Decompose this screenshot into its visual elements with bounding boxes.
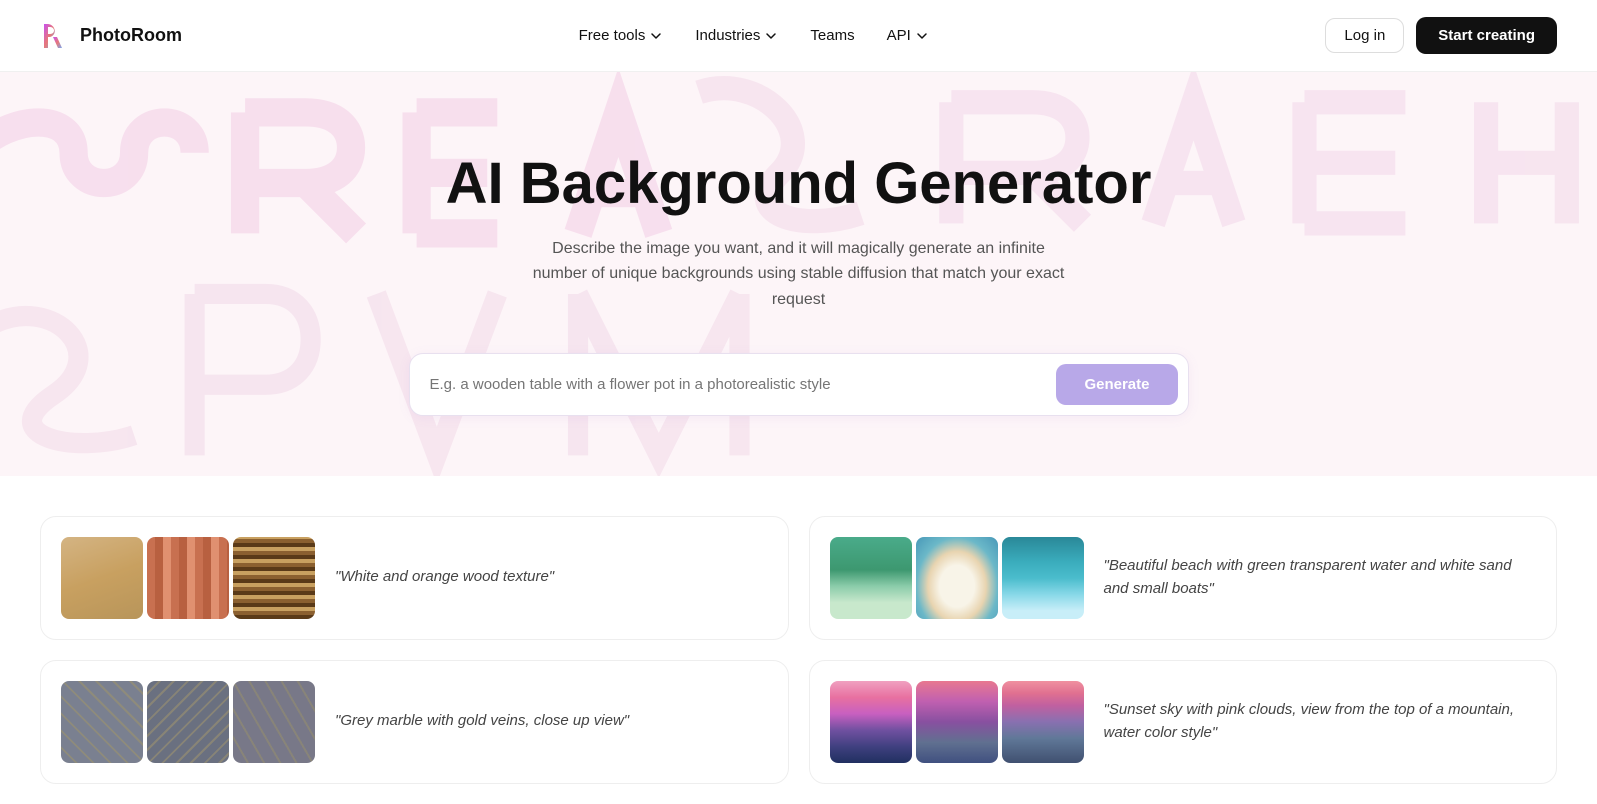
card-img-marble-2 — [147, 681, 229, 763]
login-button[interactable]: Log in — [1325, 18, 1404, 53]
nav-teams[interactable]: Teams — [796, 19, 868, 52]
hero-subtitle: Describe the image you want, and it will… — [529, 236, 1069, 313]
generate-button[interactable]: Generate — [1056, 364, 1177, 405]
card-sunset-images — [830, 681, 1084, 763]
card-marble-images — [61, 681, 315, 763]
card-beach-label: "Beautiful beach with green transparent … — [1104, 555, 1537, 600]
card-img-marble-1 — [61, 681, 143, 763]
start-creating-button[interactable]: Start creating — [1416, 17, 1557, 54]
nav-industries[interactable]: Industries — [681, 19, 792, 52]
card-img-sunset-2 — [916, 681, 998, 763]
hero-content: AI Background Generator Describe the ima… — [20, 152, 1577, 416]
navbar: PhotoRoom Free tools Industries Teams AP… — [0, 0, 1597, 72]
card-sunset: "Sunset sky with pink clouds, view from … — [809, 660, 1558, 784]
card-img-beach-1 — [830, 537, 912, 619]
card-wood: "White and orange wood texture" — [40, 516, 789, 640]
card-img-sunset-1 — [830, 681, 912, 763]
card-marble: "Grey marble with gold veins, close up v… — [40, 660, 789, 784]
card-wood-images — [61, 537, 315, 619]
card-img-beach-3 — [1002, 537, 1084, 619]
nav-free-tools[interactable]: Free tools — [565, 19, 678, 52]
nav-api[interactable]: API — [873, 19, 943, 52]
card-img-marble-3 — [233, 681, 315, 763]
logo-icon — [40, 20, 72, 52]
card-wood-label: "White and orange wood texture" — [335, 566, 554, 589]
cards-section: "White and orange wood texture" "Beautif… — [0, 476, 1597, 804]
search-input[interactable] — [430, 376, 1057, 393]
nav-links: Free tools Industries Teams API — [565, 19, 943, 52]
chevron-down-icon — [915, 29, 929, 43]
card-sunset-label: "Sunset sky with pink clouds, view from … — [1104, 699, 1537, 744]
cards-grid: "White and orange wood texture" "Beautif… — [40, 516, 1557, 784]
chevron-down-icon — [649, 29, 663, 43]
card-img-beach-2 — [916, 537, 998, 619]
card-beach-images — [830, 537, 1084, 619]
card-beach: "Beautiful beach with green transparent … — [809, 516, 1558, 640]
nav-actions: Log in Start creating — [1325, 17, 1557, 54]
card-img-wood-3 — [233, 537, 315, 619]
card-marble-label: "Grey marble with gold veins, close up v… — [335, 710, 629, 733]
card-img-wood-1 — [61, 537, 143, 619]
hero-section: AI Background Generator Describe the ima… — [0, 72, 1597, 476]
logo-link[interactable]: PhotoRoom — [40, 20, 182, 52]
hero-title: AI Background Generator — [20, 152, 1577, 216]
card-img-sunset-3 — [1002, 681, 1084, 763]
logo-text: PhotoRoom — [80, 25, 182, 46]
search-bar: Generate — [409, 353, 1189, 416]
chevron-down-icon — [764, 29, 778, 43]
card-img-wood-2 — [147, 537, 229, 619]
